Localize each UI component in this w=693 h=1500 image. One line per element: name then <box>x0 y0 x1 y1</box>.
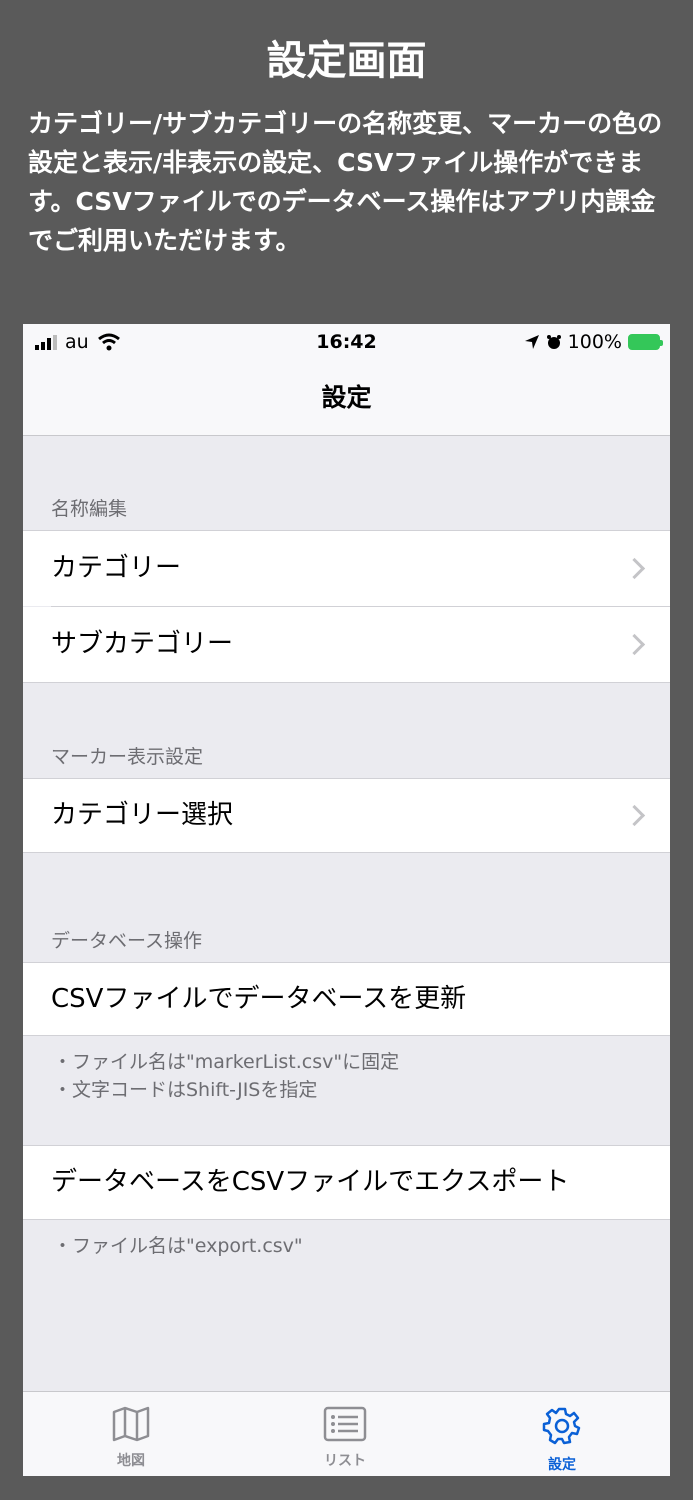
section-header-database: データベース操作 <box>51 930 203 952</box>
promo-title: 設定画面 <box>266 38 427 84</box>
section-header-name-edit: 名称編集 <box>51 498 128 520</box>
row-category[interactable]: カテゴリー <box>23 531 670 606</box>
row-subcategory-label: サブカテゴリー <box>51 629 234 659</box>
gear-icon <box>542 1407 581 1445</box>
section-header-marker-display: マーカー表示設定 <box>51 746 204 768</box>
note-encoding: ・文字コードはShift-JISを指定 <box>53 1079 318 1101</box>
chevron-right-icon <box>623 633 646 656</box>
row-category-select[interactable]: カテゴリー選択 <box>23 779 670 852</box>
alarm-icon <box>546 335 561 349</box>
tab-map[interactable]: 地図 <box>71 1406 191 1470</box>
battery-percent: 100% <box>567 331 622 353</box>
chevron-right-icon <box>623 557 646 580</box>
nav-title: 設定 <box>321 383 372 412</box>
battery-icon <box>628 334 663 350</box>
list-icon <box>323 1406 367 1442</box>
chevron-right-icon <box>623 804 646 827</box>
export-notes: ・ファイル名は"export.csv" <box>53 1232 303 1260</box>
navigation-bar: 設定 <box>23 360 670 436</box>
status-bar: au 16:42 100% <box>23 324 670 360</box>
map-icon <box>112 1406 150 1442</box>
tab-settings[interactable]: 設定 <box>502 1406 622 1474</box>
phone-screen: au 16:42 100% 設定 名称編集 カテゴリー サブカテゴリー マーカー… <box>23 324 670 1476</box>
db-update-notes: ・ファイル名は"markerList.csv"に固定 ・文字コードはShift-… <box>53 1048 399 1104</box>
row-category-label: カテゴリー <box>51 553 182 583</box>
tab-settings-label: 設定 <box>548 1457 576 1473</box>
note-filename: ・ファイル名は"markerList.csv"に固定 <box>53 1051 400 1073</box>
row-category-select-label: カテゴリー選択 <box>51 800 234 830</box>
tab-bar: 地図 リスト 設定 <box>23 1391 670 1476</box>
tab-list[interactable]: リスト <box>285 1406 405 1470</box>
row-update-db-from-csv[interactable]: CSVファイルでデータベースを更新 <box>23 963 670 1035</box>
promo-description: カテゴリー/サブカテゴリーの名称変更、マーカーの色の設定と表示/非表示の設定、C… <box>28 109 663 255</box>
row-export-csv-label: データベースをCSVファイルでエクスポート <box>51 1167 570 1197</box>
note-export-filename: ・ファイル名は"export.csv" <box>53 1235 303 1257</box>
row-export-csv[interactable]: データベースをCSVファイルでエクスポート <box>23 1146 670 1219</box>
tab-map-label: 地図 <box>117 1453 145 1469</box>
row-subcategory[interactable]: サブカテゴリー <box>23 607 670 682</box>
row-update-db-label: CSVファイルでデータベースを更新 <box>51 984 467 1014</box>
location-arrow-icon <box>524 335 539 349</box>
tab-list-label: リスト <box>324 1453 366 1469</box>
